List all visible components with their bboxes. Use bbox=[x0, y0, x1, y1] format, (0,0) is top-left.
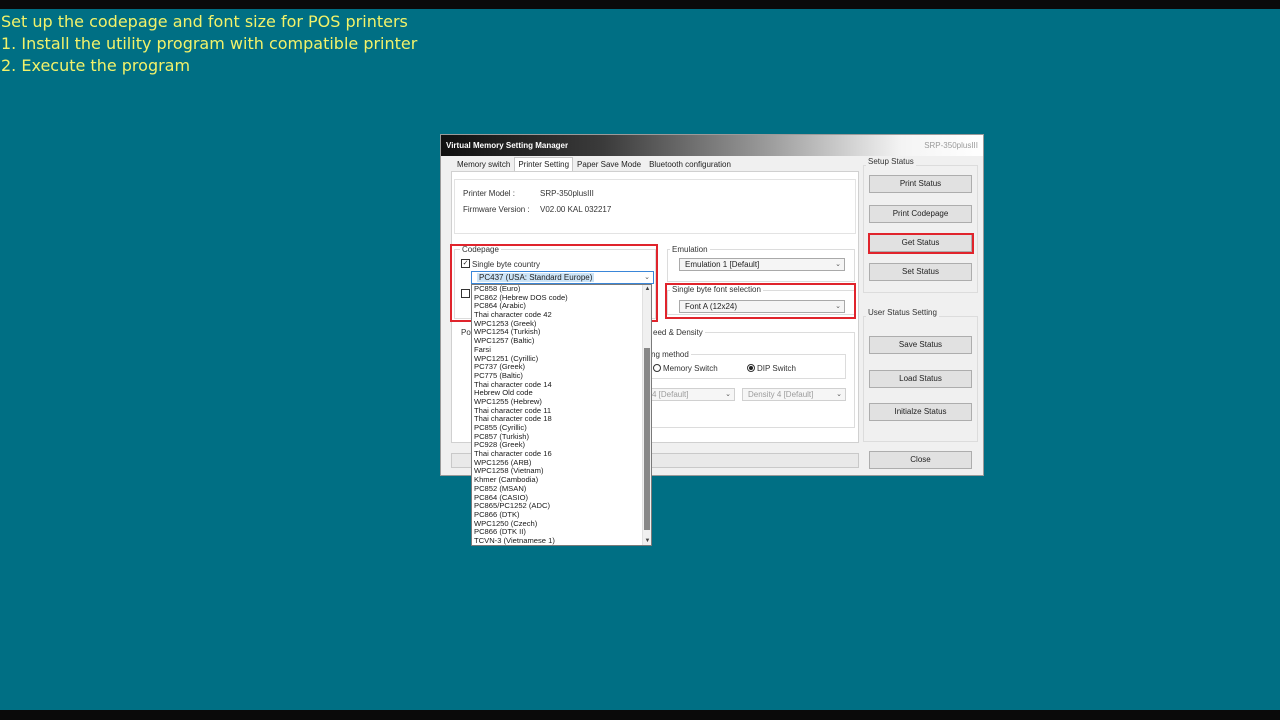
load-status-button[interactable]: Load Status bbox=[869, 370, 972, 388]
emulation-value: Emulation 1 [Default] bbox=[685, 260, 760, 269]
print-codepage-button[interactable]: Print Codepage bbox=[869, 205, 972, 223]
chevron-down-icon[interactable]: ▼ bbox=[644, 538, 651, 544]
chevron-down-icon: ⌄ bbox=[836, 391, 842, 398]
save-status-button[interactable]: Save Status bbox=[869, 336, 972, 354]
density-select[interactable]: Density 4 [Default] ⌄ bbox=[742, 388, 846, 401]
list-item[interactable]: WPC1257 (Baltic) bbox=[472, 336, 644, 346]
chevron-down-icon: ⌄ bbox=[725, 391, 731, 398]
list-item[interactable]: TCVN-3 (Vietnamese 1) bbox=[472, 536, 644, 545]
tab-printer-setting[interactable]: Printer Setting bbox=[514, 157, 574, 171]
codepage-dropdown-list[interactable]: PC858 (Euro) PC862 (Hebrew DOS code) PC8… bbox=[471, 284, 652, 546]
initialize-status-button[interactable]: Initialze Status bbox=[869, 403, 972, 421]
setup-status-title: Setup Status bbox=[866, 157, 916, 166]
speed-select[interactable]: 4 [Default] ⌄ bbox=[646, 388, 735, 401]
printer-info-box: Printer Model : SRP-350plusIII Firmware … bbox=[454, 179, 856, 234]
emulation-group-title: Emulation bbox=[670, 245, 710, 254]
caption-line-3: 2. Execute the program bbox=[1, 56, 191, 75]
title-bar: Virtual Memory Setting Manager SRP-350pl… bbox=[441, 135, 983, 156]
letterbox-bottom bbox=[0, 710, 1280, 720]
tab-bluetooth-configuration[interactable]: Bluetooth configuration bbox=[645, 157, 735, 171]
printer-model-label: Printer Model : bbox=[463, 189, 516, 198]
tab-memory-switch[interactable]: Memory switch bbox=[453, 157, 514, 171]
firmware-value: V02.00 KAL 032217 bbox=[540, 205, 612, 214]
caption-line-1: Set up the codepage and font size for PO… bbox=[1, 12, 408, 31]
emulation-select[interactable]: Emulation 1 [Default] ⌄ bbox=[679, 258, 845, 271]
set-status-button[interactable]: Set Status bbox=[869, 263, 972, 281]
speed-density-group bbox=[641, 332, 855, 428]
print-status-button[interactable]: Print Status bbox=[869, 175, 972, 193]
print-group-title-partial: Po bbox=[461, 328, 471, 337]
codepage-options: PC858 (Euro) PC862 (Hebrew DOS code) PC8… bbox=[472, 285, 644, 545]
user-status-title: User Status Setting bbox=[866, 308, 939, 317]
scrollbar-thumb[interactable] bbox=[644, 348, 650, 530]
density-value: Density 4 [Default] bbox=[748, 390, 814, 399]
model-badge: SRP-350plusIII bbox=[924, 141, 978, 150]
get-status-highlight bbox=[868, 233, 974, 254]
dip-switch-label: DIP Switch bbox=[757, 364, 796, 373]
close-button[interactable]: Close bbox=[869, 451, 972, 469]
speed-density-title: eed & Density bbox=[651, 328, 705, 337]
dip-switch-radio[interactable] bbox=[747, 364, 755, 372]
window-title: Virtual Memory Setting Manager bbox=[446, 141, 569, 150]
dropdown-scrollbar[interactable]: ▲ ▼ bbox=[642, 285, 651, 545]
printer-model-value: SRP-350plusIII bbox=[540, 189, 594, 198]
firmware-label: Firmware Version : bbox=[463, 205, 530, 214]
memory-switch-label: Memory Switch bbox=[663, 364, 718, 373]
chevron-up-icon[interactable]: ▲ bbox=[644, 286, 651, 292]
tab-strip: Memory switch Printer Setting Paper Save… bbox=[453, 157, 735, 171]
setting-method-title: ng method bbox=[649, 350, 691, 359]
tab-paper-save-mode[interactable]: Paper Save Mode bbox=[573, 157, 645, 171]
letterbox-top bbox=[0, 0, 1280, 9]
chevron-down-icon: ⌄ bbox=[835, 261, 841, 268]
caption-line-2: 1. Install the utility program with comp… bbox=[1, 34, 418, 53]
font-highlight bbox=[665, 283, 856, 319]
speed-value: 4 [Default] bbox=[652, 390, 689, 399]
memory-switch-radio[interactable] bbox=[653, 364, 661, 372]
